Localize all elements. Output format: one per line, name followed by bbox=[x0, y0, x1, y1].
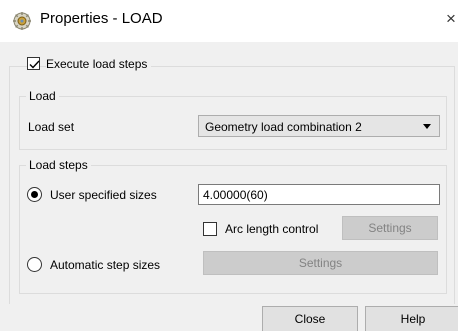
arc-length-control-label: Arc length control bbox=[225, 222, 319, 236]
user-specified-sizes-label: User specified sizes bbox=[50, 188, 157, 202]
gear-app-icon bbox=[13, 12, 31, 30]
arc-length-settings-button[interactable]: Settings bbox=[342, 216, 438, 240]
window-title: Properties - LOAD bbox=[40, 10, 163, 27]
load-set-dropdown[interactable]: Geometry load combination 2 bbox=[198, 115, 440, 137]
load-set-value: Geometry load combination 2 bbox=[205, 120, 362, 134]
automatic-step-sizes-label: Automatic step sizes bbox=[50, 258, 161, 272]
execute-load-steps-checkbox[interactable] bbox=[27, 57, 40, 70]
radio-selected-dot bbox=[31, 191, 38, 198]
chevron-down-icon bbox=[423, 124, 431, 129]
automatic-step-sizes-radio[interactable] bbox=[27, 257, 42, 272]
arc-length-control-checkbox[interactable] bbox=[203, 222, 217, 236]
execute-load-steps-label: Execute load steps bbox=[46, 57, 152, 71]
footer-bar: Close Help bbox=[0, 304, 458, 331]
close-icon[interactable]: × bbox=[442, 9, 458, 29]
help-button[interactable]: Help bbox=[365, 306, 458, 331]
load-set-label: Load set bbox=[28, 120, 75, 134]
load-group-title: Load bbox=[26, 89, 59, 103]
user-specified-sizes-input[interactable]: 4.00000(60) bbox=[198, 184, 440, 205]
load-steps-group-title: Load steps bbox=[26, 158, 91, 172]
title-bar: Properties - LOAD × bbox=[0, 0, 458, 42]
checkmark-icon bbox=[29, 60, 40, 69]
close-button[interactable]: Close bbox=[262, 306, 358, 331]
automatic-settings-button[interactable]: Settings bbox=[203, 251, 438, 275]
user-specified-sizes-value: 4.00000(60) bbox=[203, 188, 268, 202]
dialog-body: Execute load steps Load Load set Geometr… bbox=[0, 42, 458, 331]
user-specified-sizes-radio[interactable] bbox=[27, 187, 42, 202]
